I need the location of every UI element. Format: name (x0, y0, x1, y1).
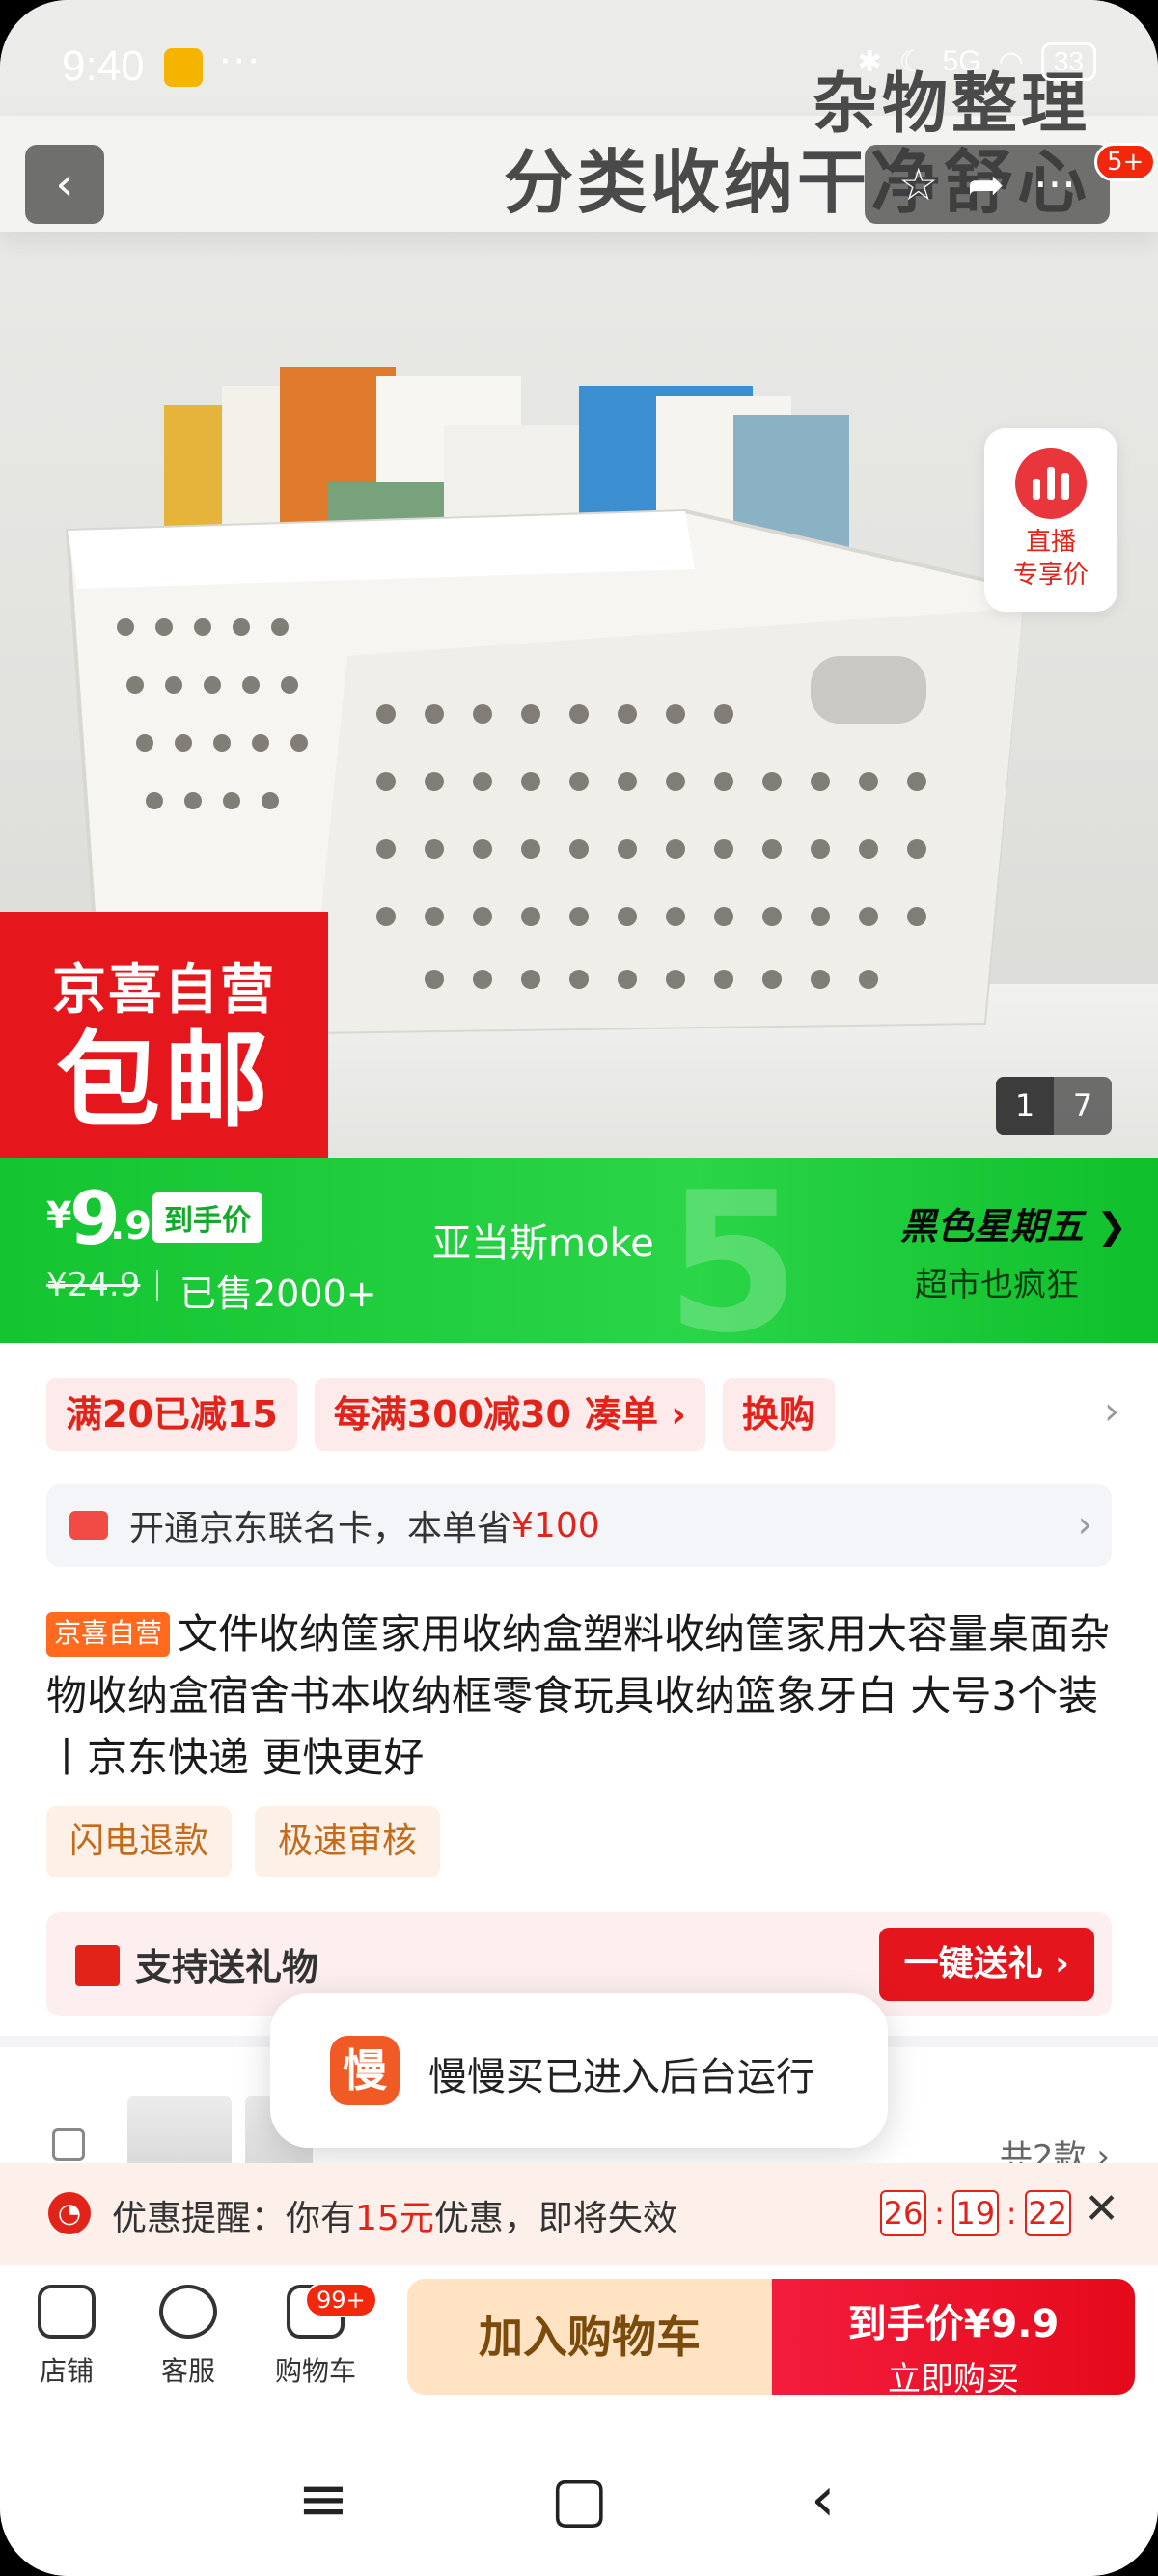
product-info-card: 满20已减15 每满300减30 凑单 › 换购 › 开通京东联名卡，本单省 ¥10… (0, 1343, 1158, 2036)
manmanmai-app-icon: 慢 (330, 2036, 400, 2105)
more-icon[interactable]: ··· (1034, 158, 1076, 210)
message-badge: 5+ (1094, 143, 1157, 181)
close-icon[interactable]: ✕ (1084, 2184, 1119, 2233)
live-label: 直播 (1025, 528, 1076, 557)
service-tag-review[interactable]: 极速审核 (255, 1806, 441, 1877)
pager-current: 1 (996, 1077, 1054, 1135)
live-icon (1015, 448, 1087, 519)
status-bar: 9:40 ··· ✱ ☾ 5G ◠ 33 (0, 0, 1158, 135)
system-navigation-bar: ≡ ▢ ‹ (0, 2410, 1158, 2576)
share-icon[interactable]: ➦ (967, 158, 1005, 210)
back-button[interactable]: ‹ (25, 145, 104, 224)
jingxi-self-operated-tag: 京喜自营 (46, 1612, 171, 1657)
chevron-right-icon: › (1077, 1503, 1092, 1546)
product-title: 京喜自营 文件收纳筐家用收纳盒塑料收纳筐家用大容量桌面杂物收纳盒宿舍书本收纳框零食… (46, 1610, 1111, 1781)
service-tag-refund[interactable]: 闪电退款 (46, 1806, 233, 1877)
countdown-seconds: 22 (1024, 2190, 1071, 2236)
cart-watermark-icon: 5 (666, 1158, 801, 1344)
black-friday-subtitle: 超市也疯狂 (915, 1266, 1079, 1304)
store-name[interactable]: 亚当斯moke (432, 1212, 654, 1268)
status-time: 9:40 (62, 42, 145, 90)
countdown-timer: 26: 19: 22 (880, 2190, 1071, 2236)
add-to-cart-button[interactable]: 加入购物车 (407, 2279, 772, 2395)
final-price-tag: 到手价 (152, 1192, 262, 1243)
variant-thumbnail[interactable] (127, 2096, 232, 2173)
price-band: ¥ 9 .9 到手价 ¥24.9 已售2000+ 5 亚当斯moke 黑色星期五… (0, 1158, 1158, 1343)
status-more-icon: ··· (218, 35, 261, 82)
moon-icon: ☾ (898, 45, 925, 78)
status-indicators: ✱ ☾ 5G ◠ 33 (858, 42, 1096, 81)
price-decimal: .9 (110, 1204, 152, 1248)
background-running-toast: 慢 慢慢买已进入后台运行 (270, 1993, 888, 2148)
send-gift-button[interactable]: 一键送礼 › (878, 1928, 1094, 2001)
original-price: ¥24.9 (46, 1266, 141, 1304)
wifi-icon: ◠ (998, 45, 1024, 78)
customer-service-icon (159, 2285, 217, 2339)
image-pager: 1 7 (996, 1077, 1112, 1135)
coupon-reminder-bar: ◔ 优惠提醒：你有15元优惠，即将失效 26: 19: 22 ✕ (0, 2163, 1158, 2265)
top-actions: ☆ ➦ ··· (865, 145, 1110, 224)
phone-screen: 杂物整理 分类收纳干净舒心 9:40 ··· ✱ ☾ 5G ◠ 33 ‹ ☆ ➦… (0, 0, 1158, 2576)
shop-icon (38, 2285, 96, 2339)
favorite-star-icon[interactable]: ☆ (898, 158, 938, 210)
reminder-text: 优惠提醒：你有15元优惠，即将失效 (112, 2199, 677, 2238)
bottom-action-bar: 店铺 客服 购物车 99+ 加入购物车 到手价¥9.9 立即购买 (0, 2265, 1158, 2410)
shop-button[interactable]: 店铺 (14, 2285, 120, 2389)
toast-text: 慢慢买已进入后台运行 (428, 2055, 814, 2099)
clock-icon: ◔ (48, 2192, 91, 2234)
service-tags: 闪电退款 极速审核 (46, 1806, 441, 1877)
battery-icon: 33 (1040, 42, 1096, 81)
bluetooth-icon: ✱ (857, 45, 882, 78)
coupons-more-icon[interactable]: › (1104, 1389, 1119, 1434)
coupon-chip-1[interactable]: 满20已减15 (46, 1378, 297, 1451)
coupon-chip-2[interactable]: 每满300减30 凑单 › (314, 1378, 705, 1451)
credit-card-icon (69, 1511, 108, 1540)
coupon-chip-3[interactable]: 换购 (722, 1378, 835, 1451)
product-image-carousel[interactable]: 杂物整理 分类收纳干净舒心 9:40 ··· ✱ ☾ 5G ◠ 33 ‹ ☆ ➦… (0, 0, 1158, 1158)
sold-count: 已售2000+ (179, 1273, 377, 1315)
home-icon[interactable]: ▢ (550, 2464, 608, 2535)
buy-now-button[interactable]: 到手价¥9.9 立即购买 (772, 2279, 1135, 2398)
cart-count-badge: 99+ (305, 2283, 377, 2317)
black-friday-title[interactable]: 黑色星期五 ❯ (900, 1196, 1127, 1249)
chevron-left-icon: ‹ (55, 157, 74, 211)
pager-total: 7 (1072, 1087, 1093, 1124)
checkbox-icon[interactable] (52, 2128, 85, 2161)
menu-icon[interactable]: ≡ (297, 2464, 349, 2535)
countdown-hours: 26 (880, 2190, 926, 2236)
coupon-chips: 满20已减15 每满300减30 凑单 › 换购 (46, 1378, 835, 1451)
jingxi-free-shipping-badge: 京喜自营 包邮 (0, 912, 328, 1158)
live-price-button[interactable]: 直播 专享价 (984, 428, 1117, 612)
credit-card-offer[interactable]: 开通京东联名卡，本单省 ¥100 › (46, 1484, 1112, 1567)
live-sublabel: 专享价 (1012, 560, 1089, 589)
signal-icon: 5G (942, 45, 981, 77)
customer-service-button[interactable]: 客服 (135, 2285, 241, 2389)
gift-icon (75, 1945, 120, 1986)
gift-label: 支持送礼物 (135, 1946, 319, 1988)
back-icon[interactable]: ‹ (811, 2464, 836, 2535)
countdown-minutes: 19 (951, 2190, 999, 2236)
notification-icon (164, 48, 203, 87)
